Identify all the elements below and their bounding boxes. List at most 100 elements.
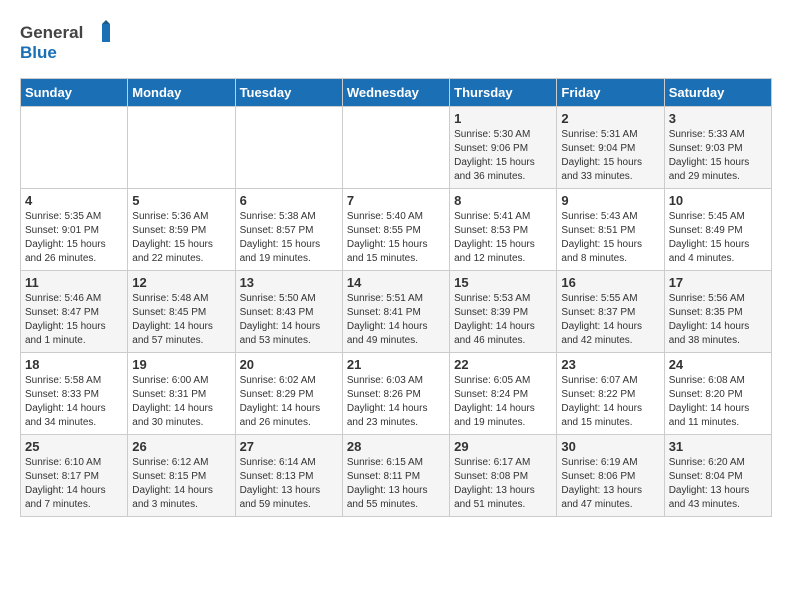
day-info: Sunrise: 5:40 AM Sunset: 8:55 PM Dayligh…: [347, 210, 445, 266]
day-number: 30: [561, 439, 659, 454]
calendar-cell: 6 Sunrise: 5:38 AM Sunset: 8:57 PM Daylig…: [235, 189, 342, 271]
day-number: 22: [454, 357, 552, 372]
day-info: Sunrise: 6:10 AM Sunset: 8:17 PM Dayligh…: [25, 456, 123, 512]
day-number: 12: [132, 275, 230, 290]
day-info: Sunrise: 5:33 AM Sunset: 9:03 PM Dayligh…: [669, 128, 767, 184]
day-number: 29: [454, 439, 552, 454]
day-info: Sunrise: 5:30 AM Sunset: 9:06 PM Dayligh…: [454, 128, 552, 184]
day-info: Sunrise: 5:31 AM Sunset: 9:04 PM Dayligh…: [561, 128, 659, 184]
logo: General Blue: [20, 20, 110, 62]
day-info: Sunrise: 6:12 AM Sunset: 8:15 PM Dayligh…: [132, 456, 230, 512]
calendar-cell: [128, 107, 235, 189]
day-number: 24: [669, 357, 767, 372]
weekday-header-wednesday: Wednesday: [342, 79, 449, 107]
calendar-cell: 4 Sunrise: 5:35 AM Sunset: 9:01 PM Daylig…: [21, 189, 128, 271]
day-info: Sunrise: 5:53 AM Sunset: 8:39 PM Dayligh…: [454, 292, 552, 348]
day-number: 17: [669, 275, 767, 290]
calendar-cell: 13 Sunrise: 5:50 AM Sunset: 8:43 PM Dayli…: [235, 271, 342, 353]
day-number: 14: [347, 275, 445, 290]
calendar-week-4: 18 Sunrise: 5:58 AM Sunset: 8:33 PM Dayli…: [21, 353, 772, 435]
day-number: 13: [240, 275, 338, 290]
day-info: Sunrise: 5:38 AM Sunset: 8:57 PM Dayligh…: [240, 210, 338, 266]
day-info: Sunrise: 5:46 AM Sunset: 8:47 PM Dayligh…: [25, 292, 123, 348]
day-info: Sunrise: 6:02 AM Sunset: 8:29 PM Dayligh…: [240, 374, 338, 430]
day-number: 1: [454, 111, 552, 126]
day-number: 11: [25, 275, 123, 290]
day-info: Sunrise: 6:00 AM Sunset: 8:31 PM Dayligh…: [132, 374, 230, 430]
calendar-cell: 29 Sunrise: 6:17 AM Sunset: 8:08 PM Dayli…: [450, 435, 557, 517]
day-info: Sunrise: 5:51 AM Sunset: 8:41 PM Dayligh…: [347, 292, 445, 348]
calendar-cell: 16 Sunrise: 5:55 AM Sunset: 8:37 PM Dayli…: [557, 271, 664, 353]
day-info: Sunrise: 5:50 AM Sunset: 8:43 PM Dayligh…: [240, 292, 338, 348]
calendar-cell: 2 Sunrise: 5:31 AM Sunset: 9:04 PM Daylig…: [557, 107, 664, 189]
day-number: 16: [561, 275, 659, 290]
calendar-week-2: 4 Sunrise: 5:35 AM Sunset: 9:01 PM Daylig…: [21, 189, 772, 271]
day-info: Sunrise: 5:56 AM Sunset: 8:35 PM Dayligh…: [669, 292, 767, 348]
day-info: Sunrise: 6:07 AM Sunset: 8:22 PM Dayligh…: [561, 374, 659, 430]
calendar-table: SundayMondayTuesdayWednesdayThursdayFrid…: [20, 78, 772, 517]
day-info: Sunrise: 5:35 AM Sunset: 9:01 PM Dayligh…: [25, 210, 123, 266]
day-number: 8: [454, 193, 552, 208]
day-number: 26: [132, 439, 230, 454]
calendar-cell: [342, 107, 449, 189]
day-number: 6: [240, 193, 338, 208]
page-header: General Blue: [20, 20, 772, 62]
calendar-cell: 27Sunrise: 6:14 AM Sunset: 8:13 PM Dayli…: [235, 435, 342, 517]
day-number: 23: [561, 357, 659, 372]
day-info: Sunrise: 6:15 AM Sunset: 8:11 PM Dayligh…: [347, 456, 445, 512]
calendar-week-1: 1 Sunrise: 5:30 AM Sunset: 9:06 PM Daylig…: [21, 107, 772, 189]
calendar-cell: 14 Sunrise: 5:51 AM Sunset: 8:41 PM Dayli…: [342, 271, 449, 353]
calendar-cell: 12 Sunrise: 5:48 AM Sunset: 8:45 PM Dayli…: [128, 271, 235, 353]
calendar-header-row: SundayMondayTuesdayWednesdayThursdayFrid…: [21, 79, 772, 107]
day-info: Sunrise: 6:03 AM Sunset: 8:26 PM Dayligh…: [347, 374, 445, 430]
day-number: 21: [347, 357, 445, 372]
calendar-week-5: 25Sunrise: 6:10 AM Sunset: 8:17 PM Dayli…: [21, 435, 772, 517]
calendar-cell: 23 Sunrise: 6:07 AM Sunset: 8:22 PM Dayli…: [557, 353, 664, 435]
calendar-cell: 15 Sunrise: 5:53 AM Sunset: 8:39 PM Dayli…: [450, 271, 557, 353]
weekday-header-saturday: Saturday: [664, 79, 771, 107]
day-info: Sunrise: 6:20 AM Sunset: 8:04 PM Dayligh…: [669, 456, 767, 512]
calendar-cell: 20 Sunrise: 6:02 AM Sunset: 8:29 PM Dayli…: [235, 353, 342, 435]
calendar-cell: 5Sunrise: 5:36 AM Sunset: 8:59 PM Daylig…: [128, 189, 235, 271]
day-info: Sunrise: 5:45 AM Sunset: 8:49 PM Dayligh…: [669, 210, 767, 266]
weekday-header-sunday: Sunday: [21, 79, 128, 107]
calendar-cell: 9Sunrise: 5:43 AM Sunset: 8:51 PM Daylig…: [557, 189, 664, 271]
day-info: Sunrise: 6:08 AM Sunset: 8:20 PM Dayligh…: [669, 374, 767, 430]
logo-svg: General Blue: [20, 20, 110, 62]
day-number: 31: [669, 439, 767, 454]
calendar-cell: 3Sunrise: 5:33 AM Sunset: 9:03 PM Daylig…: [664, 107, 771, 189]
calendar-body: 1 Sunrise: 5:30 AM Sunset: 9:06 PM Daylig…: [21, 107, 772, 517]
day-number: 4: [25, 193, 123, 208]
day-number: 15: [454, 275, 552, 290]
day-number: 20: [240, 357, 338, 372]
calendar-cell: 1 Sunrise: 5:30 AM Sunset: 9:06 PM Daylig…: [450, 107, 557, 189]
calendar-cell: 11 Sunrise: 5:46 AM Sunset: 8:47 PM Dayli…: [21, 271, 128, 353]
calendar-cell: 22 Sunrise: 6:05 AM Sunset: 8:24 PM Dayli…: [450, 353, 557, 435]
svg-text:Blue: Blue: [20, 43, 57, 62]
weekday-header-friday: Friday: [557, 79, 664, 107]
day-number: 2: [561, 111, 659, 126]
day-info: Sunrise: 5:55 AM Sunset: 8:37 PM Dayligh…: [561, 292, 659, 348]
weekday-header-monday: Monday: [128, 79, 235, 107]
day-info: Sunrise: 5:58 AM Sunset: 8:33 PM Dayligh…: [25, 374, 123, 430]
day-number: 27: [240, 439, 338, 454]
day-number: 18: [25, 357, 123, 372]
day-number: 19: [132, 357, 230, 372]
calendar-cell: 25Sunrise: 6:10 AM Sunset: 8:17 PM Dayli…: [21, 435, 128, 517]
calendar-cell: 19 Sunrise: 6:00 AM Sunset: 8:31 PM Dayli…: [128, 353, 235, 435]
weekday-header-tuesday: Tuesday: [235, 79, 342, 107]
day-number: 7: [347, 193, 445, 208]
calendar-cell: 28Sunrise: 6:15 AM Sunset: 8:11 PM Dayli…: [342, 435, 449, 517]
day-info: Sunrise: 5:48 AM Sunset: 8:45 PM Dayligh…: [132, 292, 230, 348]
calendar-cell: 17 Sunrise: 5:56 AM Sunset: 8:35 PM Dayli…: [664, 271, 771, 353]
day-info: Sunrise: 6:17 AM Sunset: 8:08 PM Dayligh…: [454, 456, 552, 512]
day-info: Sunrise: 6:19 AM Sunset: 8:06 PM Dayligh…: [561, 456, 659, 512]
calendar-cell: [235, 107, 342, 189]
calendar-cell: [21, 107, 128, 189]
calendar-cell: 18 Sunrise: 5:58 AM Sunset: 8:33 PM Dayli…: [21, 353, 128, 435]
day-number: 5: [132, 193, 230, 208]
calendar-cell: 26 Sunrise: 6:12 AM Sunset: 8:15 PM Dayli…: [128, 435, 235, 517]
calendar-week-3: 11 Sunrise: 5:46 AM Sunset: 8:47 PM Dayli…: [21, 271, 772, 353]
calendar-cell: 24 Sunrise: 6:08 AM Sunset: 8:20 PM Dayli…: [664, 353, 771, 435]
day-info: Sunrise: 6:05 AM Sunset: 8:24 PM Dayligh…: [454, 374, 552, 430]
